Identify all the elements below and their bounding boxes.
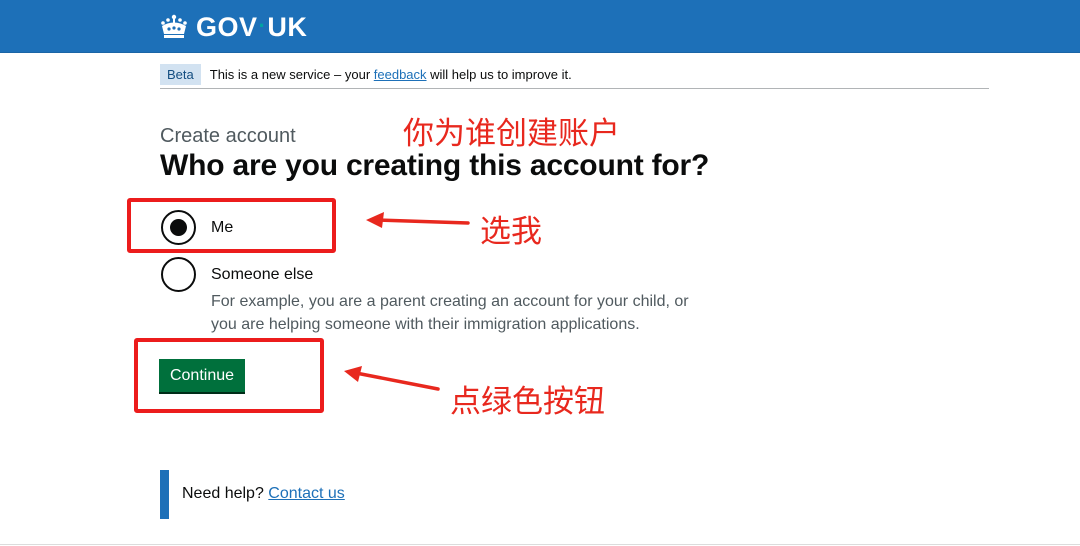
annotation-box-me [127,198,336,253]
feedback-link[interactable]: feedback [374,67,427,82]
arrow-to-me-icon [376,218,470,225]
contact-us-link[interactable]: Contact us [268,485,344,502]
radio-label-someone-else[interactable]: Someone else [211,266,313,284]
hint-line-2: you are helping someone with their immig… [211,316,640,333]
help-label: Need help? [182,485,269,502]
arrowhead-me-icon [366,212,384,228]
help-inset-bar [160,470,169,519]
logo-text-uk: UK [267,11,308,42]
beta-tag: Beta [160,63,201,85]
phase-text-before: This is a new service – your [209,66,374,82]
annotation-radio-note: 选我 [480,214,542,250]
form-caption: Create account [160,125,296,147]
govuk-logo-link[interactable]: GOV · UK [159,10,307,44]
annotation-button-note: 点绿色按钮 [450,384,605,420]
arrowhead-continue-icon [344,366,362,382]
arrow-to-continue-icon [354,371,440,391]
radio-someone-else[interactable] [161,257,196,292]
footer-divider [0,544,1080,545]
annotation-title-note: 你为谁创建账户 [403,116,620,152]
phase-text-after: will help us to improve it. [426,66,572,82]
page-title: Who are you creating this account for? [160,149,710,182]
govuk-header: GOV · UK [0,0,1080,53]
annotation-box-continue [134,338,324,413]
logo-text-gov: GOV [196,11,258,42]
hint-line-1: For example, you are a parent creating a… [211,293,689,310]
phase-banner: Beta This is a new service – your feedba… [160,60,989,89]
help-text: Need help? Contact us [182,485,345,503]
someone-else-hint: For example, you are a parent creating a… [211,290,691,336]
logo-dot: · [258,13,267,38]
crown-icon [161,14,187,38]
phase-text: This is a new service – your feedback wi… [210,67,572,82]
